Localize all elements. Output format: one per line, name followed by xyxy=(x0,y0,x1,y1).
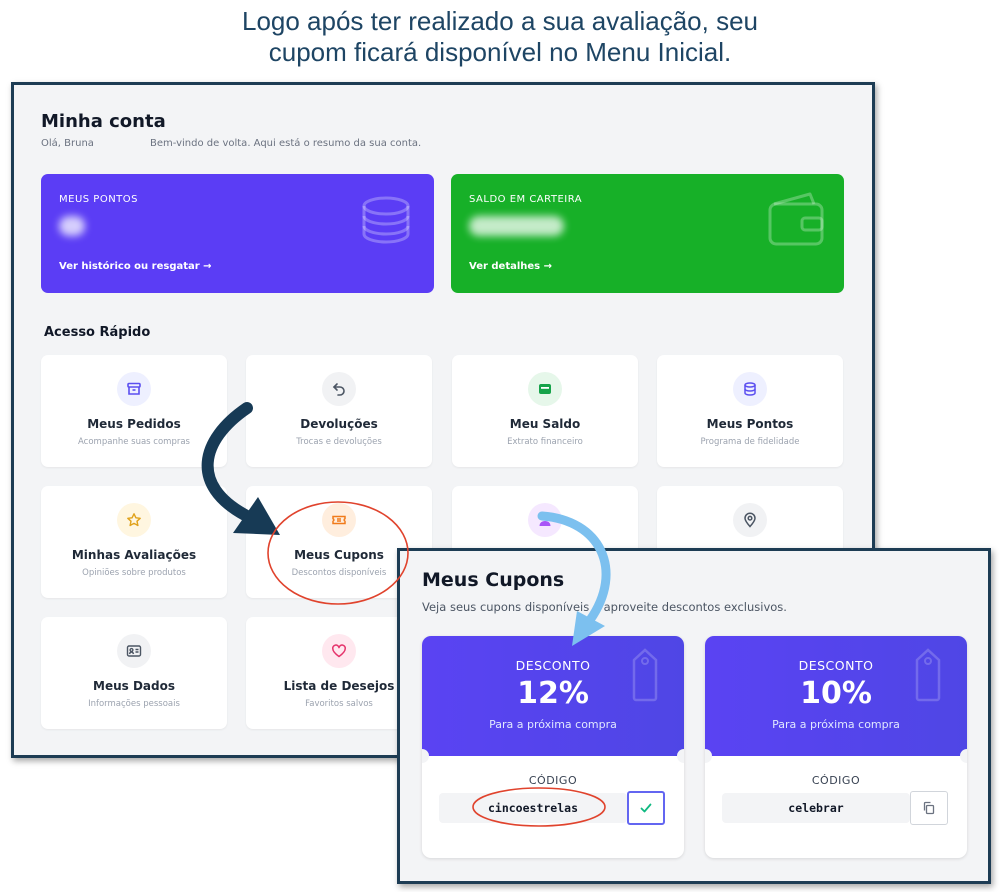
archive-box-icon xyxy=(117,372,151,406)
tile-minhas-avaliacoes[interactable]: Minhas Avaliações Opiniões sobre produto… xyxy=(41,486,227,598)
tutorial-figure: Logo após ter realizado a sua avaliação,… xyxy=(0,0,1000,892)
tile-meus-pedidos[interactable]: Meus Pedidos Acompanhe suas compras xyxy=(41,355,227,467)
tile-subtitle: Opiniões sobre produtos xyxy=(82,568,186,578)
coupon-discount-value: 10% xyxy=(800,676,872,711)
star-icon xyxy=(117,503,151,537)
tile-meu-saldo[interactable]: Meu Saldo Extrato financeiro xyxy=(452,355,638,467)
caption-line-1: Logo após ter realizado a sua avaliação,… xyxy=(241,6,758,36)
instruction-caption: Logo após ter realizado a sua avaliação,… xyxy=(0,6,1000,68)
tile-title: Meu Saldo xyxy=(509,417,581,431)
caption-line-2: cupom ficará disponível no Menu Inicial. xyxy=(268,37,732,67)
coupons-subtitle: Veja seus cupons disponíveis e aproveite… xyxy=(422,600,787,614)
coins-stack-icon xyxy=(362,196,410,244)
tile-devolucoes[interactable]: Devoluções Trocas e devoluções xyxy=(246,355,432,467)
coupon-label: DESCONTO xyxy=(798,658,874,673)
tile-title: Meus Dados xyxy=(93,679,175,693)
points-value-blurred xyxy=(59,216,85,236)
coupons-title: Meus Cupons xyxy=(422,569,565,591)
wallet-card-label: SALDO EM CARTEIRA xyxy=(469,194,583,205)
ticket-notch-right xyxy=(677,749,684,763)
coins-icon xyxy=(733,372,767,406)
wallet-icon xyxy=(528,372,562,406)
coupon-code[interactable]: celebrar xyxy=(722,793,910,823)
return-arrow-icon xyxy=(322,372,356,406)
tile-subtitle: Programa de fidelidade xyxy=(700,437,800,447)
tile-title: Devoluções xyxy=(300,417,378,431)
tile-meus-pontos[interactable]: Meus Pontos Programa de fidelidade xyxy=(657,355,843,467)
map-pin-icon xyxy=(733,503,767,537)
points-card: MEUS PONTOS Ver histórico ou resgatar → xyxy=(41,174,434,293)
coupon-card: DESCONTO 12% Para a próxima compra CÓDIG… xyxy=(422,636,684,858)
points-card-label: MEUS PONTOS xyxy=(59,194,139,205)
tile-title: Meus Pontos xyxy=(706,417,794,431)
wallet-details-link[interactable]: Ver detalhes → xyxy=(469,261,552,272)
tile-subtitle: Informações pessoais xyxy=(88,699,180,709)
tile-subtitle: Acompanhe suas compras xyxy=(78,437,190,447)
copy-code-button[interactable] xyxy=(910,791,948,825)
coupon-description: Para a próxima compra xyxy=(489,718,617,731)
coupon-description: Para a próxima compra xyxy=(772,718,900,731)
coupon-code-label: CÓDIGO xyxy=(811,774,861,787)
tile-title: Minhas Avaliações xyxy=(71,548,197,562)
tile-title: Meus Pedidos xyxy=(87,417,181,431)
points-history-link[interactable]: Ver histórico ou resgatar → xyxy=(59,261,212,272)
coupon-code-label: CÓDIGO xyxy=(528,774,578,787)
ticket-icon xyxy=(322,503,356,537)
welcome-text: Bem-vindo de volta. Aqui está o resumo d… xyxy=(150,138,422,149)
tile-subtitle: Trocas e devoluções xyxy=(296,437,382,447)
copy-code-button[interactable] xyxy=(627,791,665,825)
ticket-notch-right xyxy=(960,749,967,763)
wallet-icon xyxy=(768,192,824,246)
page-title: Minha conta xyxy=(41,111,166,132)
coupon-header: DESCONTO 12% Para a próxima compra xyxy=(422,636,684,756)
id-card-icon xyxy=(117,634,151,668)
greeting-text: Olá, Bruna xyxy=(41,138,94,149)
copy-icon xyxy=(923,801,935,815)
quick-access-title: Acesso Rápido xyxy=(44,325,151,340)
heart-icon xyxy=(322,634,356,668)
coupon-discount-value: 12% xyxy=(517,676,589,711)
coupon-code[interactable]: cincoestrelas xyxy=(439,793,627,823)
coupon-label: DESCONTO xyxy=(515,658,591,673)
coupons-screen: Meus Cupons Veja seus cupons disponíveis… xyxy=(397,548,991,884)
tile-meus-dados[interactable]: Meus Dados Informações pessoais xyxy=(41,617,227,729)
wallet-balance-blurred xyxy=(469,216,564,236)
coupon-card: DESCONTO 10% Para a próxima compra CÓDIG… xyxy=(705,636,967,858)
check-icon xyxy=(640,803,652,813)
wallet-card: SALDO EM CARTEIRA Ver detalhes → xyxy=(451,174,844,293)
user-icon xyxy=(528,503,562,537)
coupon-header: DESCONTO 10% Para a próxima compra xyxy=(705,636,967,756)
tile-subtitle: Extrato financeiro xyxy=(507,437,583,447)
